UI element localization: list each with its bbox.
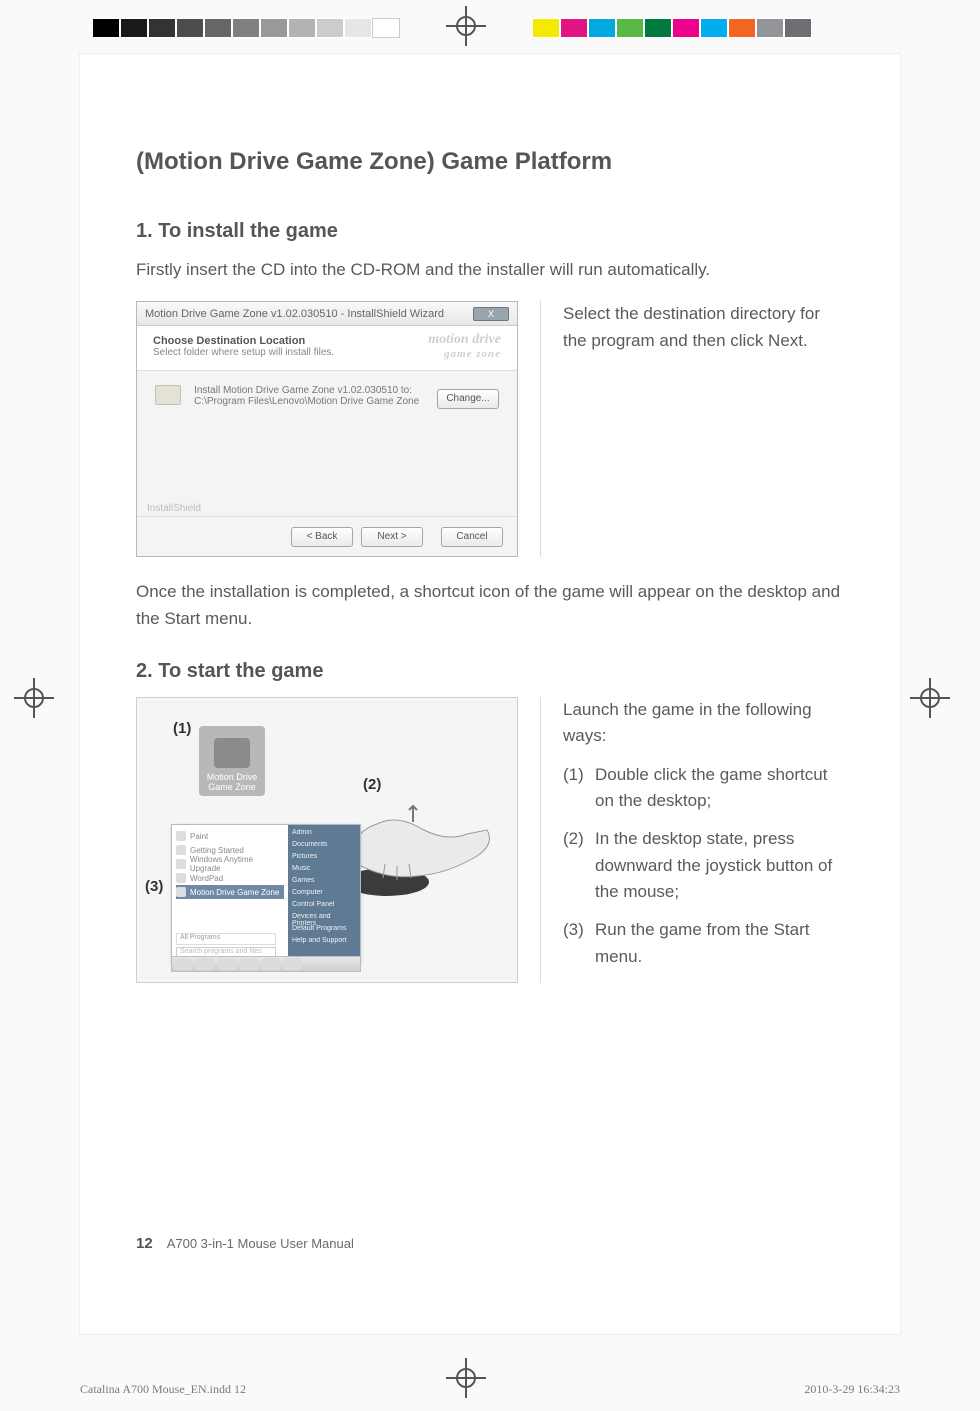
callout-2: (2) [363,776,381,793]
page-title: (Motion Drive Game Zone) Game Platform [136,148,846,176]
slug-file: Catalina A700 Mouse_EN.indd 12 [80,1382,246,1397]
item-text: Double click the game shortcut on the de… [595,762,846,815]
install-to-label: Install Motion Drive Game Zone v1.02.030… [194,385,419,396]
close-button[interactable]: X [473,307,509,321]
registration-mark-icon [446,6,486,46]
page-footer: 12 A700 3-in-1 Mouse User Manual [136,1235,354,1252]
section-1-side-text: Select the destination directory for the… [563,301,846,354]
game-desktop-shortcut[interactable]: Motion Drive Game Zone [199,726,265,796]
installer-window-title: Motion Drive Game Zone v1.02.030510 - In… [145,308,444,320]
change-button[interactable]: Change... [437,389,499,409]
prepress-slug: Catalina A700 Mouse_EN.indd 12 2010-3-29… [80,1382,900,1397]
registration-mark-icon [14,678,54,718]
slug-timestamp: 2010-3-29 16:34:23 [804,1382,900,1397]
install-path: C:\Program Files\Lenovo\Motion Drive Gam… [194,396,419,407]
item-number: (3) [563,917,595,970]
next-button[interactable]: Next > [361,527,423,547]
installer-header-title: Choose Destination Location [153,335,334,347]
section-1-after-text: Once the installation is completed, a sh… [136,579,846,632]
section-2-heading: 2. To start the game [136,660,846,683]
installshield-label: InstallShield [147,503,201,514]
document-page: (Motion Drive Game Zone) Game Platform 1… [80,54,900,1334]
back-button[interactable]: < Back [291,527,353,547]
item-text: In the desktop state, press downward the… [595,826,846,905]
launch-screenshot: (1) (2) (3) Motion Drive Game Zone [136,697,518,983]
start-menu-item-selected[interactable]: Motion Drive Game Zone [176,885,284,899]
section-1-intro: Firstly insert the CD into the CD-ROM an… [136,257,846,283]
cancel-button[interactable]: Cancel [441,527,503,547]
item-text: Run the game from the Start menu. [595,917,846,970]
installer-dialog: Motion Drive Game Zone v1.02.030510 - In… [136,301,518,557]
callout-1: (1) [173,720,191,737]
prepress-color-bar [532,18,812,38]
section-1-heading: 1. To install the game [136,220,846,243]
start-menu-item[interactable]: Paint [176,829,284,843]
registration-mark-icon [910,678,950,718]
start-menu-item[interactable]: Windows Anytime Upgrade [176,857,284,871]
page-number: 12 [136,1235,153,1252]
start-menu-right-column: Admin Documents Pictures Music Games Com… [288,825,360,963]
item-number: (1) [563,762,595,815]
desktop-icon-label: Motion Drive Game Zone [203,772,261,792]
folder-icon [155,385,181,405]
manual-title: A700 3-in-1 Mouse User Manual [167,1236,354,1251]
game-icon [214,738,250,768]
launch-methods-list: (1)Double click the game shortcut on the… [563,762,846,970]
start-menu-item[interactable]: WordPad [176,871,284,885]
item-number: (2) [563,826,595,905]
taskbar[interactable] [171,956,361,972]
section-2-side-intro: Launch the game in the following ways: [563,697,846,750]
callout-3: (3) [145,878,163,895]
prepress-grayscale-bar [92,18,400,38]
installer-brand-logo: motion drive game zone [428,332,501,360]
start-menu[interactable]: Paint Getting Started Windows Anytime Up… [171,824,361,964]
all-programs-button[interactable]: All Programs [176,933,276,945]
installer-header-subtitle: Select folder where setup will install f… [153,347,334,358]
